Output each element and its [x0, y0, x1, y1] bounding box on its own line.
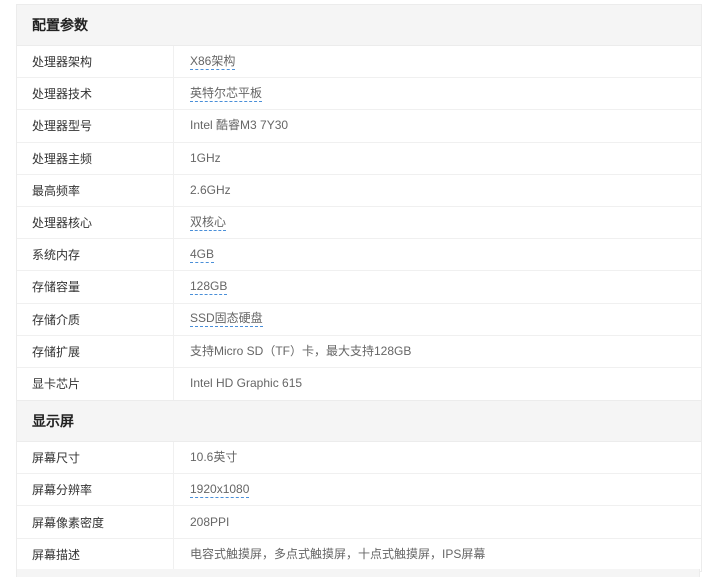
spec-value: Intel 酷睿M3 7Y30 [190, 118, 289, 133]
spec-row-cpu-model: 处理器型号 Intel 酷睿M3 7Y30 [17, 110, 701, 143]
spec-row-screen-description: 屏幕描述 电容式触摸屏，多点式触摸屏，十点式触摸屏，IPS屏幕 [17, 538, 701, 571]
spec-row-memory: 系统内存 4GB [17, 239, 701, 272]
spec-label: 系统内存 [17, 239, 174, 271]
spec-label: 屏幕尺寸 [17, 442, 174, 474]
spec-value: Intel HD Graphic 615 [190, 376, 303, 391]
spec-label: 处理器技术 [17, 78, 174, 110]
spec-row-screen-size: 屏幕尺寸 10.6英寸 [17, 442, 701, 475]
spec-value: 电容式触摸屏，多点式触摸屏，十点式触摸屏，IPS屏幕 [190, 547, 486, 562]
section-rows-config: 处理器架构 X86架构 处理器技术 英特尔芯平板 处理器型号 Intel 酷睿M… [17, 46, 701, 401]
spec-table: 配置参数 处理器架构 X86架构 处理器技术 英特尔芯平板 处理器型号 Inte… [16, 4, 702, 572]
spec-row-max-freq: 最高频率 2.6GHz [17, 174, 701, 207]
spec-row-storage: 存储容量 128GB [17, 271, 701, 304]
spec-value-link[interactable]: 英特尔芯平板 [190, 86, 263, 102]
spec-label: 屏幕描述 [17, 538, 174, 571]
spec-value: 2.6GHz [190, 182, 231, 197]
next-section-edge [16, 569, 700, 577]
spec-label: 最高频率 [17, 174, 174, 206]
spec-label: 存储介质 [17, 303, 174, 335]
spec-value-link[interactable]: 1920x1080 [190, 482, 250, 498]
section-title: 显示屏 [32, 413, 74, 430]
spec-row-cpu-arch: 处理器架构 X86架构 [17, 46, 701, 79]
section-header-config: 配置参数 [17, 4, 701, 46]
spec-label: 显卡芯片 [17, 367, 174, 401]
spec-label: 屏幕像素密度 [17, 506, 174, 538]
spec-value: 1GHz [190, 150, 221, 165]
spec-label: 处理器型号 [17, 110, 174, 142]
spec-row-gpu: 显卡芯片 Intel HD Graphic 615 [17, 367, 701, 401]
spec-label: 屏幕分辨率 [17, 474, 174, 506]
spec-label: 存储容量 [17, 271, 174, 303]
spec-value-link[interactable]: 128GB [190, 279, 228, 295]
spec-row-screen-resolution: 屏幕分辨率 1920x1080 [17, 474, 701, 507]
spec-row-pixel-density: 屏幕像素密度 208PPI [17, 506, 701, 539]
spec-row-cpu-cores: 处理器核心 双核心 [17, 206, 701, 240]
spec-value-link[interactable]: SSD固态硬盘 [190, 311, 263, 328]
spec-row-cpu-tech: 处理器技术 英特尔芯平板 [17, 78, 701, 111]
section-header-display: 显示屏 [17, 400, 701, 443]
spec-value: 208PPI [190, 514, 230, 529]
spec-value-link[interactable]: 双核心 [190, 215, 227, 231]
section-title: 配置参数 [32, 17, 88, 33]
spec-value-link[interactable]: X86架构 [190, 54, 236, 70]
spec-value: 10.6英寸 [190, 450, 238, 465]
section-rows-display: 屏幕尺寸 10.6英寸 屏幕分辨率 1920x1080 屏幕像素密度 208PP… [17, 442, 701, 571]
spec-row-storage-expansion: 存储扩展 支持Micro SD（TF）卡，最大支持128GB [17, 335, 701, 368]
spec-label: 处理器主频 [17, 142, 174, 174]
spec-row-cpu-freq: 处理器主频 1GHz [17, 142, 701, 175]
spec-value-link[interactable]: 4GB [190, 247, 215, 263]
spec-row-storage-media: 存储介质 SSD固态硬盘 [17, 303, 701, 336]
spec-label: 存储扩展 [17, 335, 174, 367]
spec-label: 处理器架构 [17, 46, 174, 78]
spec-value: 支持Micro SD（TF）卡，最大支持128GB [190, 343, 412, 358]
spec-label: 处理器核心 [17, 206, 174, 239]
